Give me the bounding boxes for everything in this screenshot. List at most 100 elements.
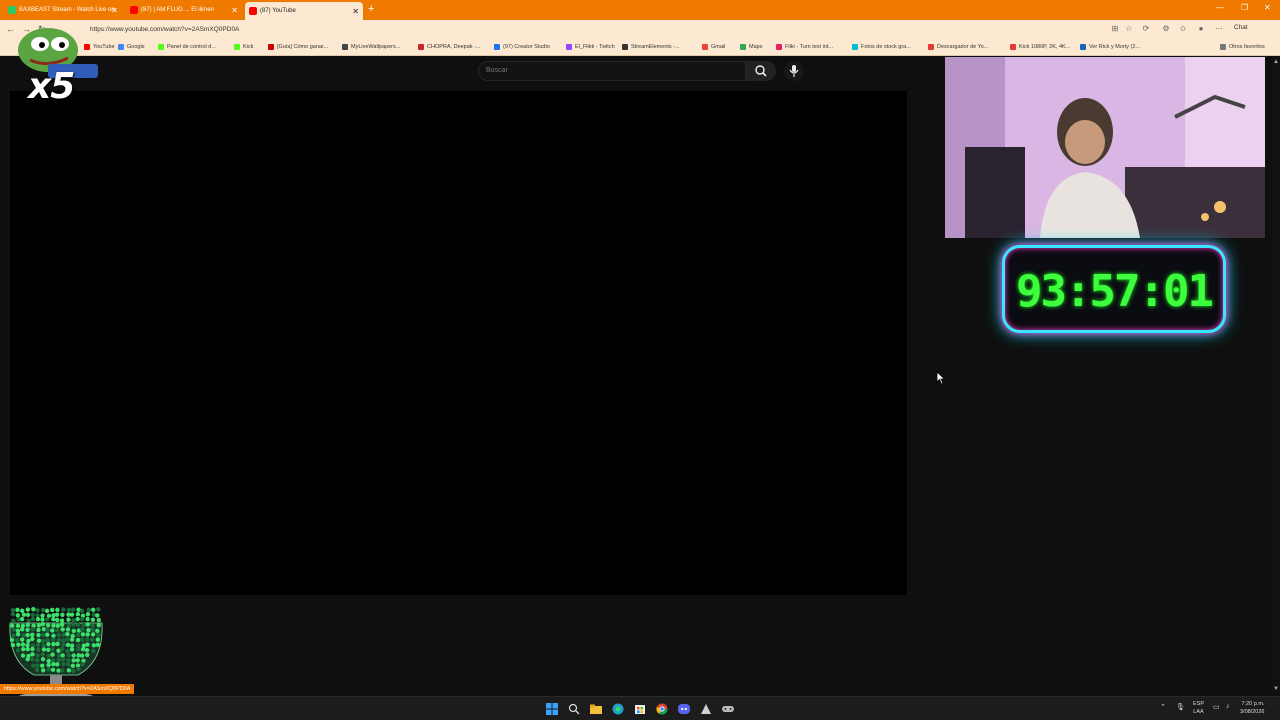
bead: [69, 647, 75, 652]
page-scrollbar[interactable]: ▲ ▼: [1272, 57, 1280, 694]
language-indicator[interactable]: ESP LAA: [1193, 700, 1204, 716]
tab-baxbeast[interactable]: BAXBEAST Stream - Watch Live on ✕: [4, 2, 122, 18]
discord-icon[interactable]: [678, 703, 690, 715]
bookmark-item[interactable]: Otros favoritos: [1220, 44, 1265, 50]
new-tab-plus-icon[interactable]: +: [368, 3, 374, 15]
bookmark-item[interactable]: Gmail: [702, 44, 725, 50]
bead: [59, 668, 65, 673]
search-icon[interactable]: [568, 703, 580, 715]
app-icon[interactable]: [700, 703, 712, 715]
bookmark-item[interactable]: [Guía] Cómo ganar...: [268, 44, 328, 50]
refresh-extension-icon[interactable]: ⟳: [1141, 24, 1151, 34]
install-app-icon[interactable]: ⊞: [1110, 24, 1120, 34]
bead: [75, 622, 81, 627]
restore-icon[interactable]: ❐: [1241, 3, 1248, 12]
bead: [36, 627, 41, 633]
bookmark-item[interactable]: Kick: [234, 44, 253, 50]
file-explorer-icon[interactable]: [590, 703, 602, 715]
bead: [76, 666, 81, 672]
chrome-icon[interactable]: [656, 703, 668, 715]
game-icon[interactable]: [722, 703, 734, 715]
network-icon[interactable]: ▭: [1213, 703, 1220, 711]
bead: [55, 641, 60, 647]
favorites-icon[interactable]: ✩: [1178, 24, 1188, 34]
menu-icon[interactable]: ⋯: [1214, 24, 1224, 34]
close-icon[interactable]: ✕: [111, 6, 118, 15]
bookmark-item[interactable]: El_Flikti - Twitch: [566, 44, 615, 50]
bead: [26, 618, 31, 623]
bookmark-label: Panel de control d...: [167, 44, 216, 50]
bookmark-item[interactable]: Ver Rick y Morty (2...: [1080, 44, 1140, 50]
link-status-bar: https://www.youtube.com/watch?v=2ASmXQ0P…: [0, 684, 135, 694]
bead: [80, 632, 86, 637]
bead: [50, 607, 55, 613]
bookmark-star-icon[interactable]: ☆: [1124, 24, 1134, 34]
bead: [55, 617, 60, 623]
search-button[interactable]: [746, 61, 776, 81]
bead: [60, 653, 65, 658]
tab-am-flug[interactable]: (87) | AM FLUG ... El ilimen ✕: [126, 2, 242, 18]
windows-start-icon[interactable]: [546, 703, 558, 715]
bookmark-item[interactable]: Kick 1080P, 2K, 4K...: [1010, 44, 1070, 50]
bead: [44, 608, 50, 614]
bead: [55, 662, 60, 667]
bookmark-item[interactable]: CHOPRA, Deepak -...: [418, 44, 481, 50]
bead: [46, 667, 52, 672]
extensions-icon[interactable]: ⚙: [1161, 24, 1171, 34]
bead: [21, 612, 27, 617]
bookmark-item[interactable]: Fotos de stock gra...: [852, 44, 911, 50]
bookmark-item[interactable]: Google: [118, 44, 145, 50]
bead: [90, 623, 95, 628]
scroll-down-icon[interactable]: ▼: [1273, 686, 1279, 692]
bead: [14, 638, 20, 643]
bookmark-item[interactable]: Maps: [740, 44, 762, 50]
bead: [85, 616, 90, 622]
bead: [66, 662, 71, 667]
bookmark-item[interactable]: Fliki - Turn text int...: [776, 44, 833, 50]
tray-overflow-chevron-icon[interactable]: ⌃: [1160, 703, 1166, 711]
bookmark-favicon-icon: [158, 44, 164, 50]
bookmark-label: Descargador de Yo...: [937, 44, 989, 50]
bead: [85, 612, 91, 617]
search-input[interactable]: Buscar: [478, 61, 746, 81]
bookmark-label: CHOPRA, Deepak -...: [427, 44, 481, 50]
bead: [65, 637, 70, 642]
close-icon[interactable]: ✕: [352, 7, 359, 16]
profile-icon[interactable]: ●: [1196, 24, 1206, 34]
bookmark-favicon-icon: [566, 44, 572, 50]
bead: [51, 633, 56, 639]
url-input[interactable]: https://www.youtube.com/watch?v=2ASmXQ0P…: [90, 24, 1100, 36]
chat-button[interactable]: Chat: [1234, 24, 1248, 31]
mouse-cursor-icon: [936, 371, 946, 385]
system-clock[interactable]: 7:20 p.m. 3/08/2026: [1240, 700, 1264, 716]
voice-search-button[interactable]: [784, 61, 804, 81]
close-window-icon[interactable]: ✕: [1264, 3, 1271, 12]
bead: [61, 661, 66, 667]
bookmark-item[interactable]: Descargador de Yo...: [928, 44, 988, 50]
bead: [66, 658, 71, 663]
bead: [79, 637, 85, 642]
bead: [35, 616, 41, 622]
store-icon[interactable]: [634, 703, 646, 715]
minimize-icon[interactable]: —: [1216, 3, 1224, 12]
bookmark-favicon-icon: [494, 44, 500, 50]
bookmark-item[interactable]: (97) Creator Studio: [494, 44, 550, 50]
bookmark-favicon-icon: [740, 44, 746, 50]
bookmark-item[interactable]: StreamElements -...: [622, 44, 680, 50]
bookmark-item[interactable]: MyLiveWallpapers...: [342, 44, 400, 50]
edge-icon[interactable]: [612, 703, 624, 715]
kick-favicon-icon: [8, 6, 16, 14]
volume-icon[interactable]: ♪: [1226, 703, 1230, 710]
bead: [56, 632, 61, 638]
bookmark-label: Otros favoritos: [1229, 44, 1265, 50]
bookmark-item[interactable]: Panel de control d...: [158, 44, 216, 50]
clock-time: 7:20 p.m.: [1241, 701, 1265, 707]
address-bar-row: ← → ↻ https://www.youtube.com/watch?v=2A…: [0, 20, 1280, 40]
video-player[interactable]: [10, 91, 907, 595]
bookmark-label: Gmail: [711, 44, 726, 50]
microphone-tray-icon[interactable]: 🎙: [1176, 703, 1185, 711]
tab-youtube[interactable]: (87) YouTube ✕: [245, 2, 363, 20]
close-icon[interactable]: ✕: [231, 6, 238, 15]
bead: [26, 638, 31, 644]
scroll-up-icon[interactable]: ▲: [1273, 59, 1279, 65]
